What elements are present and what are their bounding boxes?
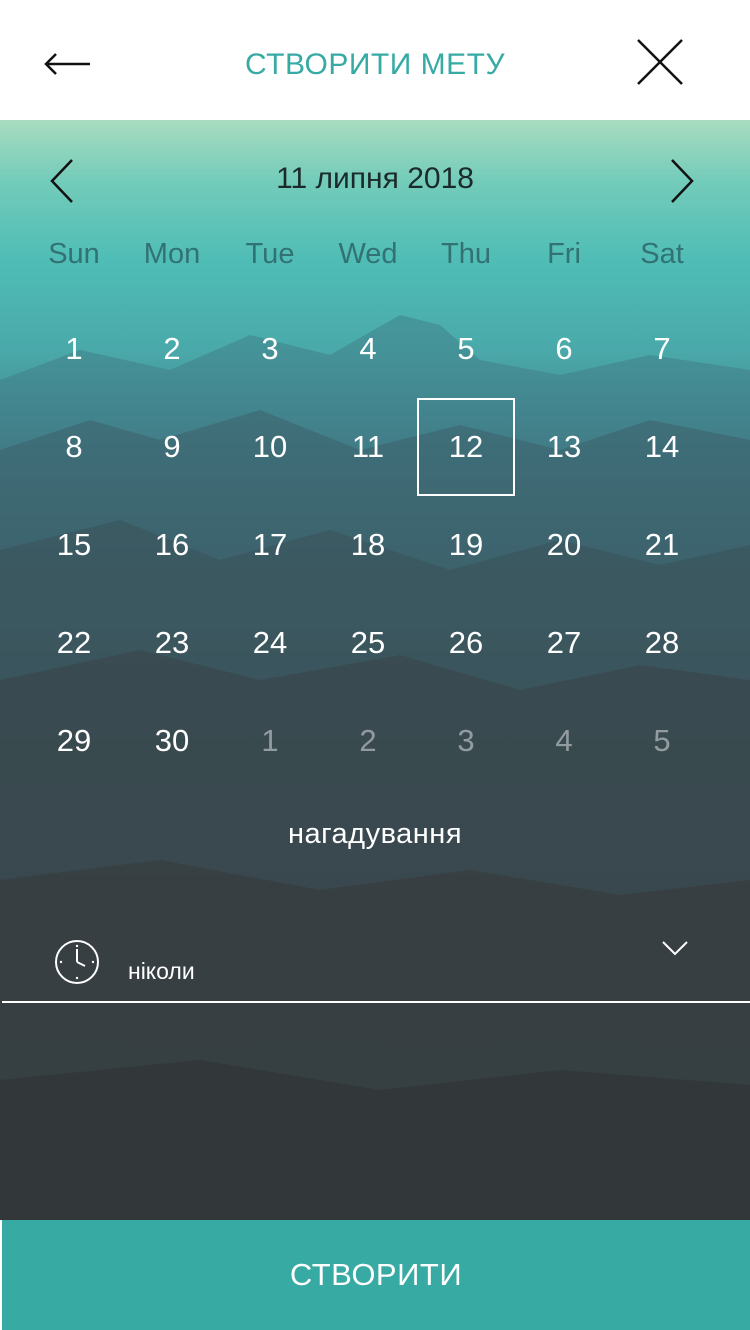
divider xyxy=(2,1001,750,1003)
calendar-day[interactable]: 20 xyxy=(515,496,613,594)
next-month-button[interactable] xyxy=(662,156,702,206)
calendar-day[interactable]: 7 xyxy=(613,300,711,398)
calendar-day[interactable]: 30 xyxy=(123,692,221,790)
chevron-right-icon xyxy=(671,159,694,203)
calendar-day[interactable]: 23 xyxy=(123,594,221,692)
calendar-day[interactable]: 24 xyxy=(221,594,319,692)
month-navigation: 11 липня 2018 xyxy=(0,150,750,210)
calendar-day[interactable]: 29 xyxy=(25,692,123,790)
weekday-label: Fri xyxy=(547,238,581,270)
calendar-day[interactable]: 2 xyxy=(123,300,221,398)
calendar-week: 1 2 3 4 5 6 7 xyxy=(25,300,725,398)
calendar-day[interactable]: 4 xyxy=(319,300,417,398)
calendar-day[interactable]: 17 xyxy=(221,496,319,594)
reminder-heading: нагадування xyxy=(287,818,463,850)
create-button[interactable]: СТВОРИТИ xyxy=(2,1220,750,1330)
calendar-day[interactable]: 3 xyxy=(221,300,319,398)
calendar-week: 29 30 1 2 3 4 5 xyxy=(25,692,725,790)
calendar-day[interactable]: 14 xyxy=(613,398,711,496)
close-button[interactable] xyxy=(632,34,688,90)
calendar-day[interactable]: 10 xyxy=(221,398,319,496)
close-icon xyxy=(637,39,683,85)
weekday-header: Sun Mon Tue Wed Thu Fri Sat xyxy=(25,238,725,271)
calendar-day[interactable]: 28 xyxy=(613,594,711,692)
calendar-day[interactable]: 22 xyxy=(25,594,123,692)
calendar-day[interactable]: 6 xyxy=(515,300,613,398)
calendar-grid: 1 2 3 4 5 6 7 8 9 10 11 12 13 14 15 16 1… xyxy=(25,300,725,790)
calendar-day[interactable]: 26 xyxy=(417,594,515,692)
weekday-label: Tue xyxy=(245,238,295,270)
calendar-day[interactable]: 27 xyxy=(515,594,613,692)
reminder-value: ніколи xyxy=(128,958,195,984)
weekday-label: Wed xyxy=(338,238,398,270)
calendar-week: 8 9 10 11 12 13 14 xyxy=(25,398,725,496)
current-date-label: 11 липня 2018 xyxy=(276,162,474,195)
calendar-day[interactable]: 13 xyxy=(515,398,613,496)
weekday-label: Sat xyxy=(640,238,684,270)
app-header: СТВОРИТИ МЕТУ xyxy=(0,0,750,120)
calendar-day-next-month[interactable]: 1 xyxy=(221,692,319,790)
calendar-day[interactable]: 21 xyxy=(613,496,711,594)
calendar-day[interactable]: 5 xyxy=(417,300,515,398)
clock-icon xyxy=(55,940,99,984)
calendar-day-next-month[interactable]: 2 xyxy=(319,692,417,790)
weekday-label: Mon xyxy=(143,238,201,270)
calendar-day-next-month[interactable]: 4 xyxy=(515,692,613,790)
reminder-dropdown[interactable]: ніколи xyxy=(0,930,750,1004)
calendar-day[interactable]: 11 xyxy=(319,398,417,496)
calendar-day[interactable]: 15 xyxy=(25,496,123,594)
calendar-week: 22 23 24 25 26 27 28 xyxy=(25,594,725,692)
calendar-day[interactable]: 19 xyxy=(417,496,515,594)
calendar-day[interactable]: 18 xyxy=(319,496,417,594)
calendar-day-selected[interactable]: 12 xyxy=(417,398,515,496)
calendar-day[interactable]: 8 xyxy=(25,398,123,496)
calendar-day[interactable]: 16 xyxy=(123,496,221,594)
calendar-day[interactable]: 1 xyxy=(25,300,123,398)
weekday-label: Thu xyxy=(441,238,491,270)
weekday-label: Sun xyxy=(48,238,100,270)
chevron-down-icon xyxy=(662,941,688,956)
calendar-week: 15 16 17 18 19 20 21 xyxy=(25,496,725,594)
calendar-day-next-month[interactable]: 5 xyxy=(613,692,711,790)
calendar-day[interactable]: 25 xyxy=(319,594,417,692)
calendar-day-next-month[interactable]: 3 xyxy=(417,692,515,790)
calendar-day[interactable]: 9 xyxy=(123,398,221,496)
